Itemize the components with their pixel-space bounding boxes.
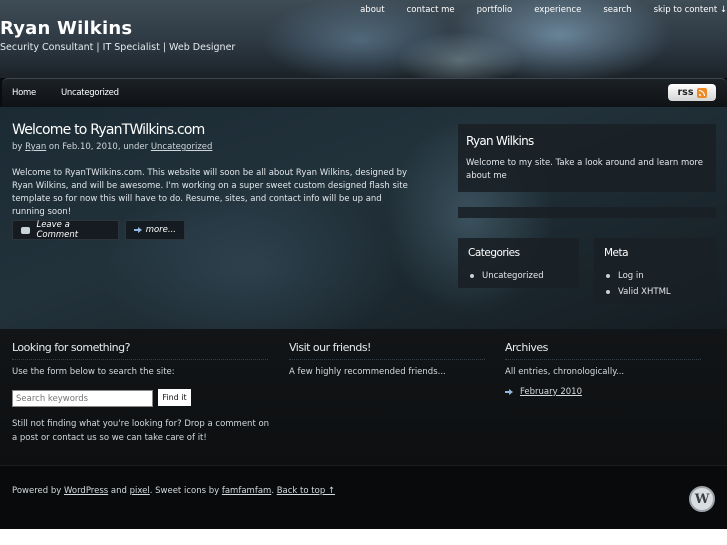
leave-comment-button[interactable]: Leave a Comment	[12, 220, 119, 240]
arrow-right-icon	[134, 226, 142, 234]
widget-divider	[458, 207, 716, 218]
search-help-text: Still not finding what you're looking fo…	[12, 419, 270, 443]
about-text: Welcome to my site. Take a look around a…	[466, 158, 703, 181]
archives-text: All entries, chronologically...	[505, 367, 625, 377]
wordpress-link[interactable]: WordPress	[64, 486, 108, 496]
post-meta-by: by	[12, 142, 23, 152]
top-nav-contact[interactable]: contact me	[407, 5, 455, 15]
meta-xhtml-label: Valid XHTML	[618, 287, 671, 297]
page-bottom-strip	[0, 529, 727, 545]
post-meta-date: on Feb.10, 2010, under	[48, 142, 149, 152]
search-section-title: Looking for something?	[12, 341, 268, 360]
more-button[interactable]: more...	[125, 220, 185, 240]
footer-icons-text: . Sweet icons by	[149, 486, 220, 496]
meta-widget: Meta Log in Valid XHTML	[594, 238, 716, 304]
rss-button[interactable]: rss	[668, 84, 716, 101]
top-nav-about[interactable]: about	[360, 5, 385, 15]
categories-title: Categories	[468, 247, 520, 259]
category-item[interactable]: Uncategorized	[470, 268, 544, 284]
content-area: Welcome to RyanTWilkins.com by Ryan on F…	[0, 107, 727, 329]
bullet-icon	[470, 274, 474, 278]
post-category-link[interactable]: Uncategorized	[151, 142, 213, 152]
top-nav-experience[interactable]: experience	[534, 5, 581, 15]
footer-powered-by: Powered by	[12, 486, 62, 496]
footer-and: and	[110, 486, 127, 496]
post-meta: by Ryan on Feb.10, 2010, under Uncategor…	[12, 142, 212, 152]
footer-text: Powered by WordPress and pixel. Sweet ic…	[12, 486, 336, 496]
post-title[interactable]: Welcome to RyanTWilkins.com	[12, 122, 205, 138]
search-section-text: Use the form below to search the site:	[12, 367, 175, 377]
main-nav: Home Uncategorized rss	[2, 78, 727, 107]
arrow-right-icon	[505, 388, 513, 396]
meta-login-label: Log in	[618, 271, 644, 281]
nav-home[interactable]: Home	[12, 88, 36, 98]
archive-label: February 2010	[520, 387, 582, 397]
top-nav-portfolio[interactable]: portfolio	[477, 5, 513, 15]
top-nav-search[interactable]: search	[603, 5, 631, 15]
meta-title: Meta	[604, 247, 629, 259]
top-nav: about contact me portfolio experience se…	[360, 5, 727, 15]
back-to-top-link[interactable]: Back to top ↑	[277, 486, 335, 496]
nav-uncategorized[interactable]: Uncategorized	[61, 88, 119, 98]
pixel-link[interactable]: pixel	[130, 486, 150, 496]
categories-list: Uncategorized	[470, 268, 544, 284]
search-input[interactable]	[12, 390, 153, 407]
about-title: Ryan Wilkins	[466, 134, 534, 148]
wordpress-logo-icon[interactable]: W	[689, 486, 715, 512]
friends-title: Visit our friends!	[289, 341, 485, 360]
meta-login-link[interactable]: Log in	[606, 268, 671, 284]
find-button[interactable]: Find it	[158, 389, 191, 406]
bullet-icon	[606, 274, 610, 278]
site-header: Ryan Wilkins Security Consultant | IT Sp…	[0, 0, 727, 78]
leave-comment-label: Leave a Comment	[36, 220, 79, 240]
meta-list: Log in Valid XHTML	[606, 268, 671, 300]
lower-section: Looking for something? Use the form belo…	[0, 329, 727, 465]
rss-feed-icon	[696, 87, 707, 98]
post-author-link[interactable]: Ryan	[25, 142, 46, 152]
category-label: Uncategorized	[482, 271, 544, 281]
bullet-icon	[606, 290, 610, 294]
categories-widget: Categories Uncategorized	[458, 238, 579, 288]
about-widget: Ryan Wilkins Welcome to my site. Take a …	[458, 124, 716, 192]
archive-item-february-2010[interactable]: February 2010	[505, 387, 582, 397]
site-description: Security Consultant | IT Specialist | We…	[0, 42, 236, 53]
rss-label: rss	[677, 87, 694, 98]
post-body: Welcome to RyanTWilkins.com. This websit…	[12, 168, 408, 217]
site-footer: Powered by WordPress and pixel. Sweet ic…	[0, 465, 727, 529]
more-label: more...	[145, 225, 176, 235]
top-nav-skip-to-content[interactable]: skip to content ↓	[654, 5, 727, 15]
comment-icon	[21, 226, 31, 234]
meta-xhtml-link[interactable]: Valid XHTML	[606, 284, 671, 300]
archives-title: Archives	[505, 341, 701, 360]
friends-text: A few highly recommended friends...	[289, 367, 446, 377]
site-title[interactable]: Ryan Wilkins	[0, 18, 132, 39]
famfamfam-link[interactable]: famfamfam	[222, 486, 271, 496]
